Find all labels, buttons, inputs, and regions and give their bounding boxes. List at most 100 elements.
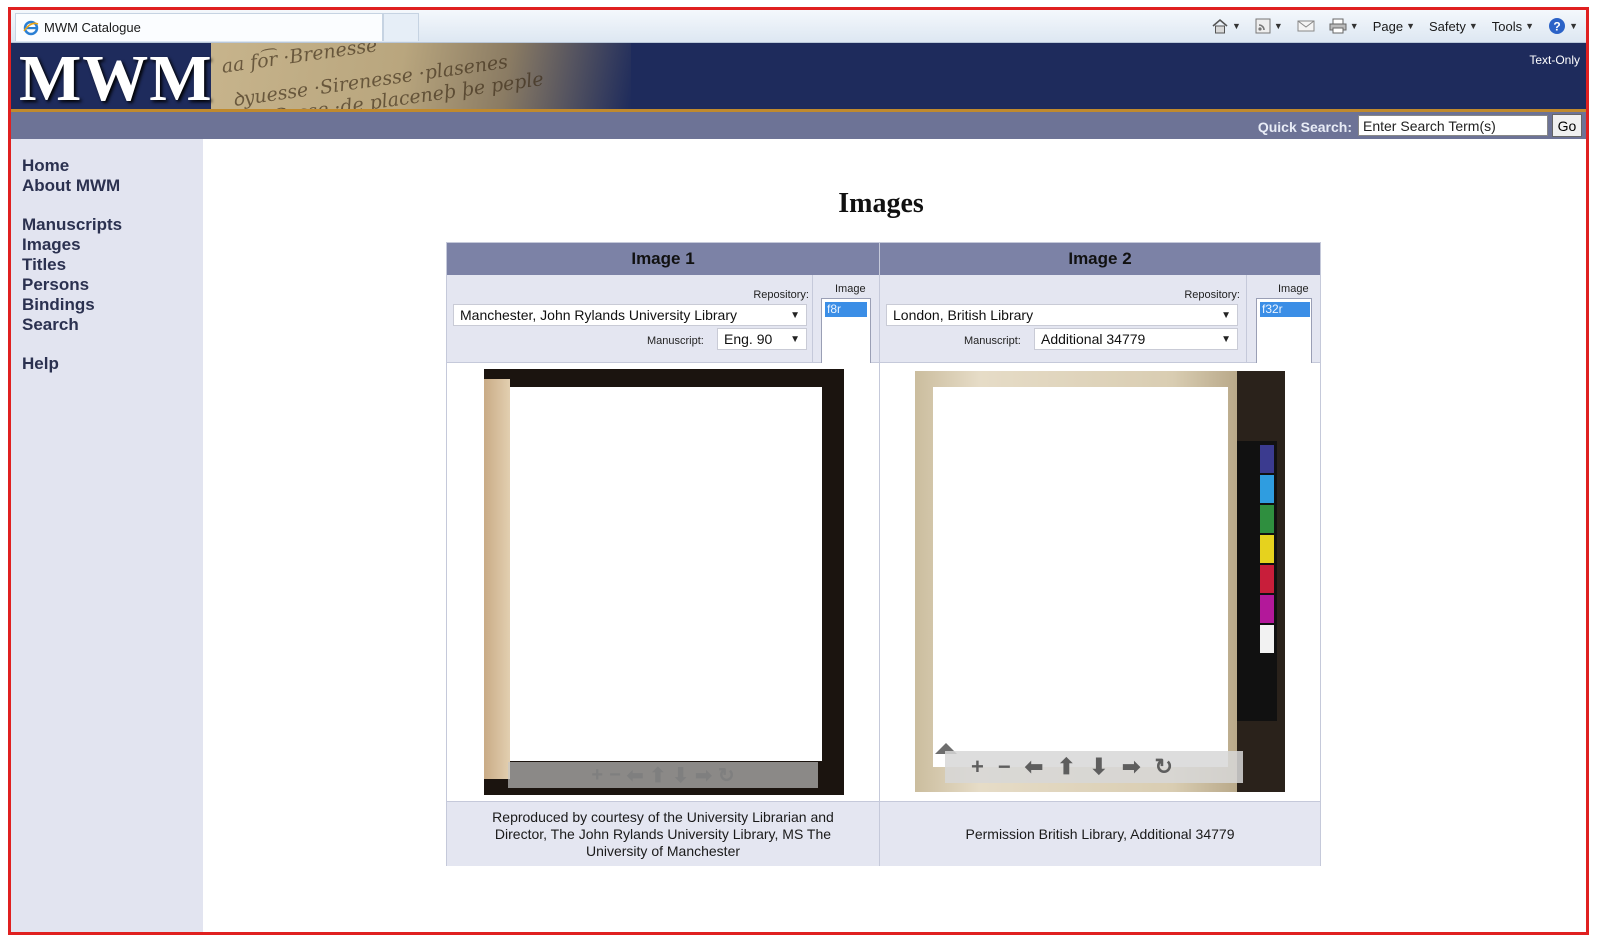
image-2-caption: Permission British Library, Additional 3… bbox=[880, 802, 1320, 866]
sidebar-item-images[interactable]: Images bbox=[11, 235, 203, 255]
help-icon: ? bbox=[1548, 17, 1566, 35]
sidebar-item-titles[interactable]: Titles bbox=[11, 255, 203, 275]
repository-select-value: Manchester, John Rylands University Libr… bbox=[460, 307, 738, 323]
chevron-down-icon: ▼ bbox=[1569, 21, 1578, 31]
safety-menu[interactable]: Safety ▼ bbox=[1425, 15, 1482, 37]
home-button[interactable]: ▼ bbox=[1207, 15, 1245, 37]
image-listbox[interactable]: f32r bbox=[1256, 298, 1312, 364]
browser-tab[interactable]: MWM Catalogue bbox=[15, 13, 383, 41]
repository-select[interactable]: Manchester, John Rylands University Libr… bbox=[453, 304, 807, 326]
browser-command-bar: ▼ ▼ ▼ Page ▼ Safety ▼ Tools ▼ ? ▼ bbox=[1207, 14, 1582, 38]
zoom-in-icon[interactable]: + bbox=[971, 754, 984, 780]
feeds-button[interactable]: ▼ bbox=[1251, 15, 1287, 37]
print-button[interactable]: ▼ bbox=[1325, 15, 1363, 37]
feeds-icon bbox=[1255, 18, 1271, 34]
zoom-out-icon[interactable]: − bbox=[609, 764, 621, 787]
manuscript-label: Manuscript: bbox=[647, 335, 704, 347]
sidebar-item-about-mwm[interactable]: About MWM bbox=[11, 176, 203, 196]
manuscript-image-1[interactable]: + − ⬅ ⬆ ⬇ ➡ ↻ bbox=[484, 369, 844, 795]
page-title: Images bbox=[838, 188, 924, 219]
chevron-down-icon: ▼ bbox=[1406, 21, 1416, 31]
image-listbox[interactable]: f8r bbox=[821, 298, 871, 364]
image-2-stage: + − ⬅ ⬆ ⬇ ➡ ↻ bbox=[880, 363, 1320, 802]
image-2-controls: Repository: London, British Library ▼ Ma… bbox=[880, 275, 1320, 364]
chevron-down-icon: ▼ bbox=[1273, 21, 1283, 31]
quick-search-label: Quick Search: bbox=[1257, 119, 1352, 135]
tools-menu[interactable]: Tools ▼ bbox=[1488, 15, 1538, 37]
browser-window: MWM Catalogue ▼ ▼ ▼ Page ▼ Safety ▼ Tool… bbox=[8, 7, 1589, 935]
help-button[interactable]: ? ▼ bbox=[1544, 15, 1582, 37]
pan-down-icon[interactable]: ⬇ bbox=[1090, 754, 1108, 780]
pan-left-icon[interactable]: ⬅ bbox=[1025, 754, 1043, 780]
manuscript-script-decoration: aa fo͡r ·Brenesse ꝺyuesse ·Sirenesse ·pl… bbox=[211, 43, 631, 109]
pan-right-icon[interactable]: ➡ bbox=[1122, 754, 1140, 780]
image-1-heading: Image 1 bbox=[447, 243, 879, 275]
image-option-selected[interactable]: f32r bbox=[1260, 302, 1310, 317]
pan-right-icon[interactable]: ➡ bbox=[695, 763, 712, 788]
manuscript-image-2[interactable]: + − ⬅ ⬆ ⬇ ➡ ↻ bbox=[915, 371, 1285, 792]
manuscript-label: Manuscript: bbox=[964, 335, 1021, 347]
page-menu[interactable]: Page ▼ bbox=[1369, 15, 1419, 37]
image-2-heading: Image 2 bbox=[880, 243, 1320, 275]
image-1-caption: Reproduced by courtesy of the University… bbox=[447, 802, 879, 866]
chevron-down-icon: ▼ bbox=[790, 309, 800, 321]
new-tab-button[interactable] bbox=[383, 13, 419, 41]
image-2-nav-toolbar: + − ⬅ ⬆ ⬇ ➡ ↻ bbox=[945, 751, 1243, 783]
repository-select[interactable]: London, British Library ▼ bbox=[886, 304, 1238, 326]
chevron-down-icon: ▼ bbox=[1525, 21, 1535, 31]
site-banner: aa fo͡r ·Brenesse ꝺyuesse ·Sirenesse ·pl… bbox=[11, 43, 1586, 109]
sidebar-item-home[interactable]: Home bbox=[11, 156, 203, 176]
sidebar-item-bindings[interactable]: Bindings bbox=[11, 295, 203, 315]
sidebar-item-help[interactable]: Help bbox=[11, 354, 203, 374]
manuscript-select-value: Eng. 90 bbox=[724, 331, 773, 347]
pan-left-icon[interactable]: ⬅ bbox=[627, 763, 644, 788]
repository-select-value: London, British Library bbox=[893, 307, 1034, 323]
browser-tab-bar: MWM Catalogue ▼ ▼ ▼ Page ▼ Safety ▼ Tool… bbox=[11, 10, 1586, 43]
image-1-controls: Repository: Manchester, John Rylands Uni… bbox=[447, 275, 879, 364]
repository-label: Repository: bbox=[1184, 289, 1240, 301]
mail-button[interactable] bbox=[1293, 15, 1319, 37]
pan-up-icon[interactable]: ⬆ bbox=[650, 763, 667, 788]
image-1-nav-toolbar: + − ⬅ ⬆ ⬇ ➡ ↻ bbox=[508, 762, 818, 788]
chevron-down-icon: ▼ bbox=[1221, 333, 1231, 345]
mail-icon bbox=[1297, 19, 1315, 33]
reset-icon[interactable]: ↻ bbox=[1154, 754, 1172, 780]
manuscript-select[interactable]: Additional 34779 ▼ bbox=[1034, 328, 1238, 350]
image-comparison-viewer: Image 1 Repository: Manchester, John Ryl… bbox=[446, 242, 1321, 866]
image-2-panel: Image 2 Repository: London, British Libr… bbox=[880, 243, 1320, 866]
tools-menu-label: Tools bbox=[1491, 18, 1523, 34]
image-1-stage: + − ⬅ ⬆ ⬇ ➡ ↻ bbox=[447, 363, 879, 802]
reset-icon[interactable]: ↻ bbox=[718, 763, 735, 788]
zoom-out-icon[interactable]: − bbox=[998, 754, 1011, 780]
manuscript-select[interactable]: Eng. 90 ▼ bbox=[717, 328, 807, 350]
image-1-panel: Image 1 Repository: Manchester, John Ryl… bbox=[447, 243, 880, 866]
image-option-selected[interactable]: f8r bbox=[825, 302, 867, 317]
pan-up-icon[interactable]: ⬆ bbox=[1057, 754, 1075, 780]
quick-search-go-button[interactable]: Go bbox=[1552, 114, 1582, 137]
chevron-down-icon: ▼ bbox=[1221, 309, 1231, 321]
pan-down-icon[interactable]: ⬇ bbox=[672, 763, 689, 788]
chevron-down-icon: ▼ bbox=[1468, 21, 1478, 31]
quick-search-input[interactable] bbox=[1358, 115, 1548, 136]
svg-text:?: ? bbox=[1553, 20, 1560, 34]
manuscript-select-value: Additional 34779 bbox=[1041, 331, 1146, 347]
zoom-in-icon[interactable]: + bbox=[591, 764, 603, 787]
page-menu-label: Page bbox=[1372, 18, 1404, 34]
quick-search-bar: Quick Search: Go bbox=[11, 112, 1586, 139]
ie-favicon-icon bbox=[22, 20, 40, 36]
chevron-down-icon: ▼ bbox=[790, 333, 800, 345]
sidebar: Home About MWM Manuscripts Images Titles… bbox=[11, 139, 203, 932]
sidebar-item-manuscripts[interactable]: Manuscripts bbox=[11, 215, 203, 235]
sidebar-item-persons[interactable]: Persons bbox=[11, 275, 203, 295]
image-label: Image bbox=[835, 283, 866, 295]
colour-calibration-scale bbox=[1237, 441, 1277, 721]
printer-icon bbox=[1329, 18, 1347, 34]
sidebar-item-search[interactable]: Search bbox=[11, 315, 203, 335]
chevron-down-icon: ▼ bbox=[1231, 21, 1241, 31]
safety-menu-label: Safety bbox=[1429, 18, 1466, 34]
repository-label: Repository: bbox=[753, 289, 809, 301]
text-only-link[interactable]: Text-Only bbox=[1529, 53, 1580, 67]
site-logo[interactable]: MWM bbox=[19, 43, 213, 109]
browser-tab-title: MWM Catalogue bbox=[44, 20, 141, 35]
chevron-down-icon: ▼ bbox=[1349, 21, 1359, 31]
